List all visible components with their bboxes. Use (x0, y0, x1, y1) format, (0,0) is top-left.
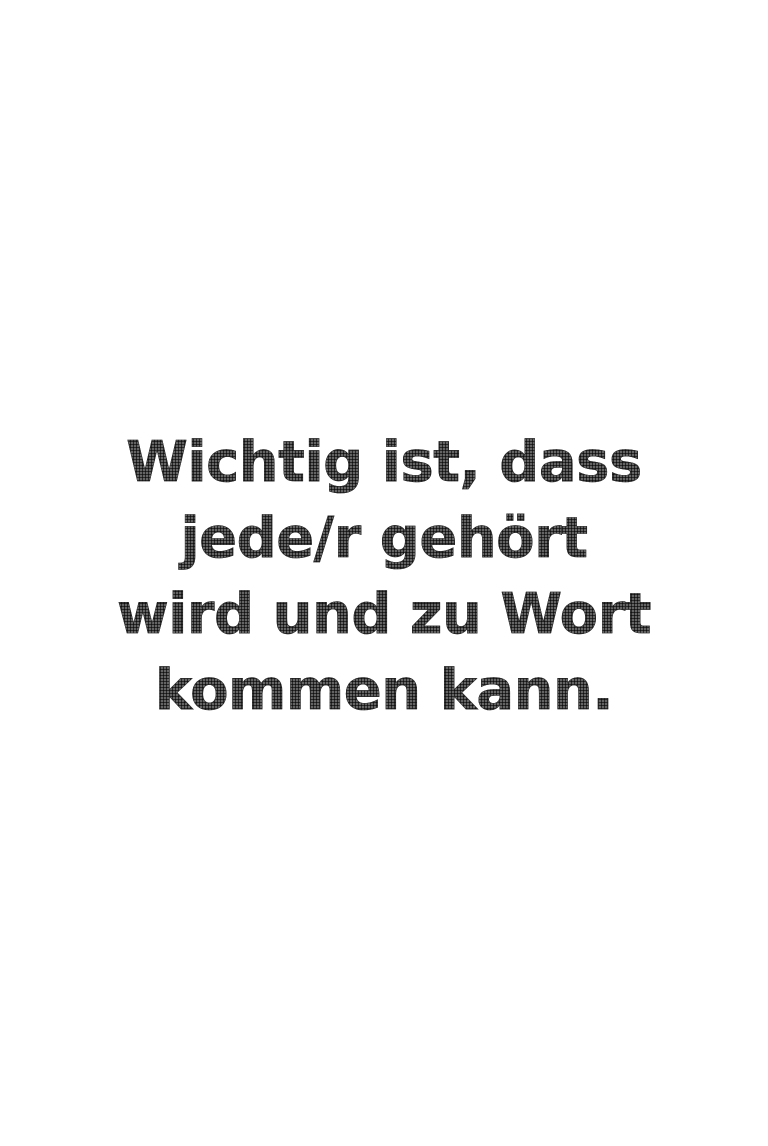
poster-canvas: Wichtig ist, dass jede/r gehört wird und… (0, 0, 768, 1146)
quote-line-1: Wichtig ist, dass (126, 430, 643, 496)
quote-line-4: kommen kann. (154, 658, 614, 724)
quote-line-3: wird und zu Wort (116, 582, 652, 648)
quote-line-2: jede/r gehört (180, 506, 588, 572)
quote-text: Wichtig ist, dass jede/r gehört wird und… (116, 425, 652, 729)
